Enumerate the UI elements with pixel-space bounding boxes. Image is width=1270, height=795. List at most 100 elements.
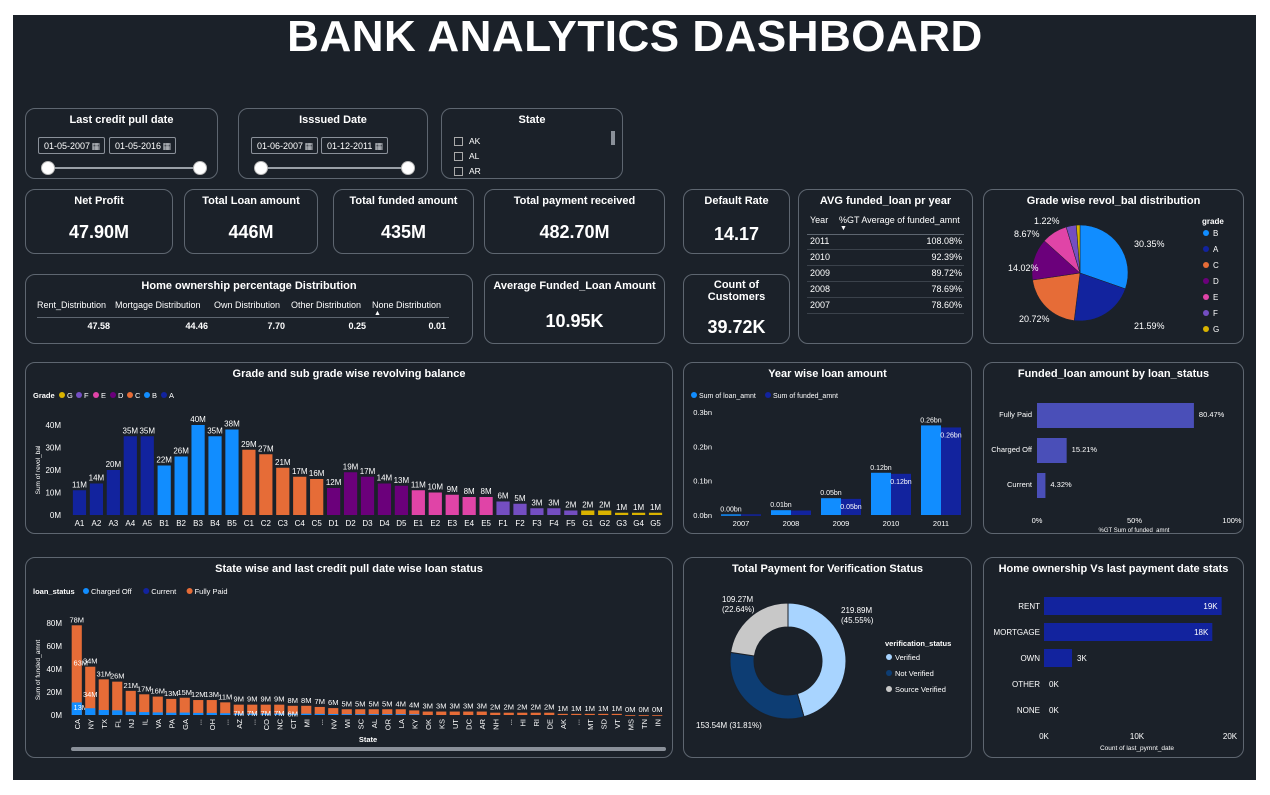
bar-segment[interactable]: [395, 714, 406, 715]
bar[interactable]: [1044, 649, 1073, 667]
bar[interactable]: [530, 712, 541, 715]
issued-slider-track[interactable]: [259, 167, 409, 169]
checkbox[interactable]: [454, 152, 463, 162]
bar-segment[interactable]: [206, 712, 217, 715]
bar[interactable]: [741, 514, 761, 516]
bar[interactable]: [310, 479, 324, 515]
bar-segment[interactable]: [301, 713, 312, 715]
column-header-value[interactable]: %GT Average of funded_amnt: [839, 215, 960, 225]
bar[interactable]: [166, 698, 177, 715]
issued-from-input[interactable]: 01-06-2007 ▦: [251, 137, 318, 154]
bar[interactable]: [517, 712, 528, 715]
bar[interactable]: [395, 709, 406, 715]
last-credit-slider-track[interactable]: [46, 167, 201, 169]
bar[interactable]: [89, 483, 104, 516]
bar[interactable]: [1044, 597, 1222, 615]
bar[interactable]: [652, 715, 663, 716]
bar[interactable]: [721, 514, 741, 516]
bar-segment[interactable]: [314, 713, 325, 715]
legend-item[interactable]: G: [1213, 325, 1219, 334]
bar[interactable]: [496, 501, 510, 516]
bar[interactable]: [871, 472, 891, 515]
bar-segment[interactable]: [193, 712, 204, 715]
bar[interactable]: [327, 488, 341, 515]
checkbox[interactable]: [454, 167, 463, 176]
bar[interactable]: [125, 690, 136, 715]
bar[interactable]: [341, 709, 352, 715]
column-header[interactable]: Rent_Distribution: [37, 300, 106, 310]
bar[interactable]: [242, 449, 256, 515]
bar[interactable]: [544, 712, 555, 715]
bar[interactable]: [462, 497, 476, 515]
bar[interactable]: [513, 503, 527, 515]
bar[interactable]: [360, 476, 375, 515]
bar[interactable]: [328, 708, 339, 715]
issued-slider-end-handle[interactable]: [401, 161, 415, 175]
legend-item[interactable]: F: [1213, 309, 1218, 318]
bar[interactable]: [106, 470, 120, 515]
bar[interactable]: [220, 702, 231, 715]
bar-segment[interactable]: [166, 712, 177, 715]
legend-item[interactable]: F: [84, 391, 89, 400]
bar[interactable]: [557, 713, 568, 715]
legend-item[interactable]: A: [1213, 245, 1219, 254]
bar[interactable]: [98, 679, 109, 715]
bar[interactable]: [179, 697, 190, 715]
bar[interactable]: [139, 694, 150, 715]
bar[interactable]: [625, 715, 636, 716]
bar-segment[interactable]: [112, 710, 123, 715]
bar[interactable]: [584, 713, 595, 715]
bar[interactable]: [293, 476, 307, 515]
column-header[interactable]: None Distribution: [372, 300, 441, 310]
bar[interactable]: [1044, 623, 1213, 641]
bar[interactable]: [598, 713, 609, 715]
bar[interactable]: [581, 510, 595, 516]
bar[interactable]: [598, 510, 612, 516]
bar[interactable]: [463, 711, 474, 715]
bar[interactable]: [791, 510, 811, 515]
bar[interactable]: [631, 512, 646, 515]
column-header[interactable]: Other Distribution: [291, 300, 361, 310]
last-credit-slider-start-handle[interactable]: [41, 161, 55, 175]
calendar-icon[interactable]: ▦: [374, 138, 383, 155]
bar-segment[interactable]: [382, 714, 393, 715]
bar[interactable]: [71, 625, 82, 715]
bar[interactable]: [422, 711, 433, 715]
bar[interactable]: [921, 425, 941, 515]
legend-item[interactable]: Sum of loan_amnt: [699, 393, 756, 400]
bar[interactable]: [368, 709, 379, 715]
bar-segment[interactable]: [125, 711, 136, 715]
bar[interactable]: [428, 492, 442, 516]
legend-item[interactable]: E: [1213, 293, 1218, 302]
legend-item[interactable]: Current: [151, 587, 177, 596]
bar[interactable]: [1037, 473, 1046, 498]
bar[interactable]: [564, 510, 578, 516]
calendar-icon[interactable]: ▦: [304, 138, 313, 155]
legend-item[interactable]: C: [135, 391, 141, 400]
bar[interactable]: [547, 508, 561, 515]
last-credit-to-input[interactable]: 01-05-2016 ▦: [109, 137, 176, 154]
bar[interactable]: [821, 498, 841, 515]
bar[interactable]: [571, 713, 582, 715]
bar[interactable]: [112, 681, 123, 715]
legend-item[interactable]: D: [118, 391, 124, 400]
bar[interactable]: [314, 706, 325, 715]
bar[interactable]: [140, 436, 154, 515]
bar[interactable]: [377, 483, 392, 516]
column-header[interactable]: Mortgage Distribution: [115, 300, 201, 310]
bar-segment[interactable]: [98, 710, 109, 715]
bar-segment[interactable]: [328, 714, 339, 715]
bar[interactable]: [449, 711, 460, 715]
checkbox[interactable]: [454, 137, 463, 147]
legend-item[interactable]: Sum of funded_amnt: [773, 393, 838, 400]
bar[interactable]: [193, 700, 204, 715]
bar[interactable]: [174, 456, 188, 516]
bar[interactable]: [409, 710, 420, 715]
last-credit-from-input[interactable]: 01-05-2007 ▦: [38, 137, 105, 154]
bar-segment[interactable]: [220, 713, 231, 715]
bar[interactable]: [490, 712, 501, 715]
issued-slider-start-handle[interactable]: [254, 161, 268, 175]
legend-item[interactable]: Fully Paid: [195, 587, 228, 596]
bar[interactable]: [123, 436, 137, 515]
bar[interactable]: [152, 696, 163, 715]
